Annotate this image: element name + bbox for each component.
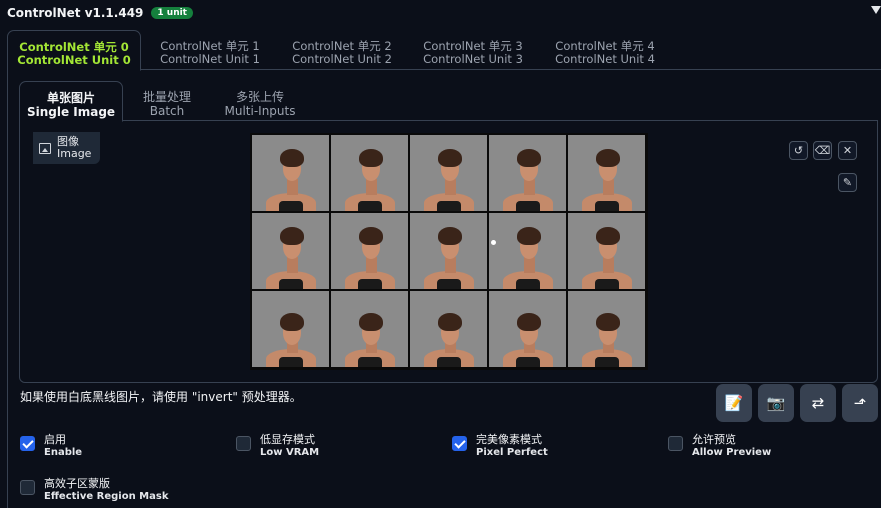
pixel-perfect-checkbox[interactable] — [452, 436, 467, 451]
low-vram-label-zh: 低显存模式 — [260, 433, 315, 446]
pose-thumbnail — [568, 213, 645, 289]
pose-thumbnail — [568, 291, 645, 367]
tab-unit-1[interactable]: ControlNet 单元 1 ControlNet Unit 1 — [148, 30, 272, 71]
tab-batch-zh: 批量处理 — [142, 90, 191, 104]
tab-multi-inputs[interactable]: 多张上传 Multi-Inputs — [215, 81, 305, 122]
brush-icon: ✎ — [842, 176, 853, 189]
brush-button[interactable]: ✎ — [838, 173, 857, 192]
enable-option[interactable]: 启用 Enable — [20, 433, 82, 459]
pose-thumbnail — [410, 213, 487, 289]
tab-unit-3[interactable]: ControlNet 单元 3 ControlNet Unit 3 — [411, 30, 535, 71]
effective-region-mask-option[interactable]: 高效子区蒙版 Effective Region Mask — [20, 477, 168, 503]
collapse-arrow-icon[interactable] — [871, 6, 881, 14]
tab-unit-1-en: ControlNet Unit 1 — [160, 52, 260, 66]
tab-unit-2-en: ControlNet Unit 2 — [292, 52, 392, 66]
pose-thumbnail — [252, 135, 329, 211]
remove-image-button[interactable]: ✕ — [838, 141, 857, 160]
close-icon: ✕ — [842, 144, 853, 157]
pose-thumbnail — [489, 213, 566, 289]
enable-checkbox[interactable] — [20, 436, 35, 451]
tab-unit-4-en: ControlNet Unit 4 — [555, 52, 655, 66]
tab-batch-en: Batch — [149, 104, 185, 118]
image-icon — [39, 142, 51, 154]
clear-button[interactable]: ⌫ — [813, 141, 832, 160]
unit-tab-bar: ControlNet 单元 0 ControlNet Unit 0 Contro… — [7, 30, 881, 71]
tab-unit-0[interactable]: ControlNet 单元 0 ControlNet Unit 0 — [7, 30, 141, 71]
pixel-perfect-option[interactable]: 完美像素模式 Pixel Perfect — [452, 433, 548, 459]
pose-thumbnail — [252, 291, 329, 367]
low-vram-label-en: Low VRAM — [260, 447, 320, 458]
unit-count-badge: 1 unit — [151, 7, 193, 19]
notes-icon: 📝 — [724, 394, 744, 412]
swap-button[interactable]: ⇄ — [800, 384, 836, 422]
low-vram-checkbox[interactable] — [236, 436, 251, 451]
effective-region-mask-label-zh: 高效子区蒙版 — [44, 477, 110, 490]
image-label-en: Image — [57, 147, 92, 160]
image-label: 图像 Image — [33, 132, 100, 164]
camera-icon: 📷 — [766, 394, 786, 412]
uploaded-image-preview[interactable] — [250, 133, 648, 370]
invert-hint: 如果使用白底黑线图片，请使用 "invert" 预处理器。 — [20, 390, 302, 404]
tab-batch[interactable]: 批量处理 Batch — [127, 81, 207, 122]
tab-unit-0-en: ControlNet Unit 0 — [17, 53, 131, 67]
allow-preview-option[interactable]: 允许预览 Allow Preview — [668, 433, 771, 459]
pose-thumbnail — [252, 213, 329, 289]
input-mode-tab-bar: 单张图片 Single Image 批量处理 Batch 多张上传 Multi-… — [19, 81, 878, 122]
camera-button[interactable]: 📷 — [758, 384, 794, 422]
tab-multi-inputs-zh: 多张上传 — [235, 90, 284, 104]
tab-unit-2[interactable]: ControlNet 单元 2 ControlNet Unit 2 — [280, 30, 404, 71]
controlnet-header[interactable]: ControlNet v1.1.449 1 unit — [7, 4, 193, 22]
tab-unit-3-en: ControlNet Unit 3 — [423, 52, 523, 66]
pose-thumbnail — [489, 291, 566, 367]
pixel-perfect-label-zh: 完美像素模式 — [476, 433, 542, 446]
tab-single-image[interactable]: 单张图片 Single Image — [19, 81, 123, 122]
allow-preview-checkbox[interactable] — [668, 436, 683, 451]
pose-thumbnail — [331, 291, 408, 367]
pose-thumbnail — [568, 135, 645, 211]
brush-cursor — [491, 240, 496, 245]
low-vram-option[interactable]: 低显存模式 Low VRAM — [236, 433, 319, 459]
pose-thumbnail — [410, 291, 487, 367]
tab-single-image-zh: 单张图片 — [46, 91, 95, 105]
effective-region-mask-checkbox[interactable] — [20, 480, 35, 495]
tab-unit-4[interactable]: ControlNet 单元 4 ControlNet Unit 4 — [543, 30, 667, 71]
enable-label-en: Enable — [44, 447, 83, 458]
tab-multi-inputs-en: Multi-Inputs — [224, 104, 296, 118]
swap-icon: ⇄ — [811, 394, 825, 412]
tab-single-image-en: Single Image — [26, 105, 116, 119]
pixel-perfect-label-en: Pixel Perfect — [476, 447, 548, 458]
effective-region-mask-label-en: Effective Region Mask — [44, 491, 169, 502]
pose-thumbnail — [331, 135, 408, 211]
allow-preview-label-en: Allow Preview — [692, 447, 772, 458]
send-arrow-icon: ⬏ — [853, 394, 867, 412]
undo-button[interactable]: ↺ — [789, 141, 808, 160]
pose-thumbnail — [331, 213, 408, 289]
allow-preview-label-zh: 允许预览 — [692, 433, 736, 446]
app-title: ControlNet v1.1.449 — [7, 6, 144, 20]
enable-label-zh: 启用 — [44, 433, 66, 446]
eraser-icon: ⌫ — [814, 144, 831, 157]
send-dimensions-button[interactable]: ⬏ — [842, 384, 878, 422]
undo-icon: ↺ — [793, 144, 804, 157]
pose-thumbnail — [410, 135, 487, 211]
pose-thumbnail — [489, 135, 566, 211]
edit-notes-button[interactable]: 📝 — [716, 384, 752, 422]
